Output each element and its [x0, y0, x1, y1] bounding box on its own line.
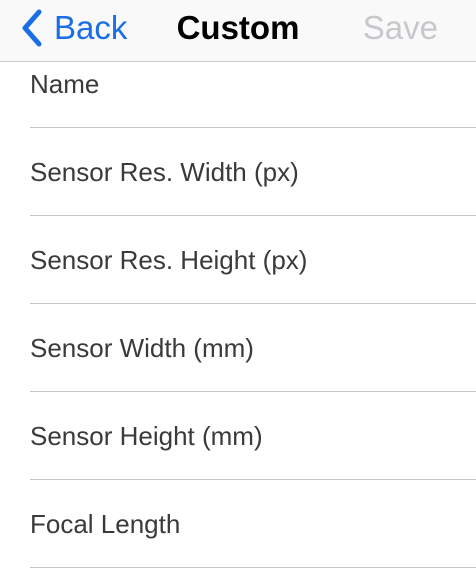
form-row-sensor-height[interactable]: Sensor Height (mm) [0, 392, 476, 482]
sensor-width-field[interactable] [332, 304, 456, 394]
navigation-bar: Back Custom Save [0, 0, 476, 62]
form-row-sensor-res-width[interactable]: Sensor Res. Width (px) [0, 128, 476, 218]
back-button-label: Back [54, 9, 128, 46]
sensor-height-field[interactable] [332, 392, 456, 482]
sensor-height-label: Sensor Height (mm) [30, 421, 263, 451]
sensor-width-label: Sensor Width (mm) [30, 333, 254, 363]
sensor-res-width-field[interactable] [332, 128, 456, 218]
name-label: Name [30, 69, 100, 99]
page-title: Custom [176, 9, 300, 46]
form-list: Name Sensor Res. Width (px) Sensor Res. … [0, 62, 476, 570]
back-button[interactable]: Back [20, 6, 127, 50]
form-row-focal-length[interactable]: Focal Length [0, 480, 476, 570]
sensor-res-height-label: Sensor Res. Height (px) [30, 245, 308, 275]
focal-length-field[interactable] [332, 480, 456, 570]
sensor-res-height-field[interactable] [332, 216, 456, 306]
name-field[interactable] [332, 62, 456, 130]
sensor-res-width-label: Sensor Res. Width (px) [30, 157, 299, 187]
chevron-left-icon [22, 9, 42, 47]
save-button[interactable]: Save [363, 6, 438, 50]
form-row-sensor-width[interactable]: Sensor Width (mm) [0, 304, 476, 394]
focal-length-label: Focal Length [30, 509, 181, 539]
form-row-sensor-res-height[interactable]: Sensor Res. Height (px) [0, 216, 476, 306]
form-row-name[interactable]: Name [0, 62, 476, 130]
